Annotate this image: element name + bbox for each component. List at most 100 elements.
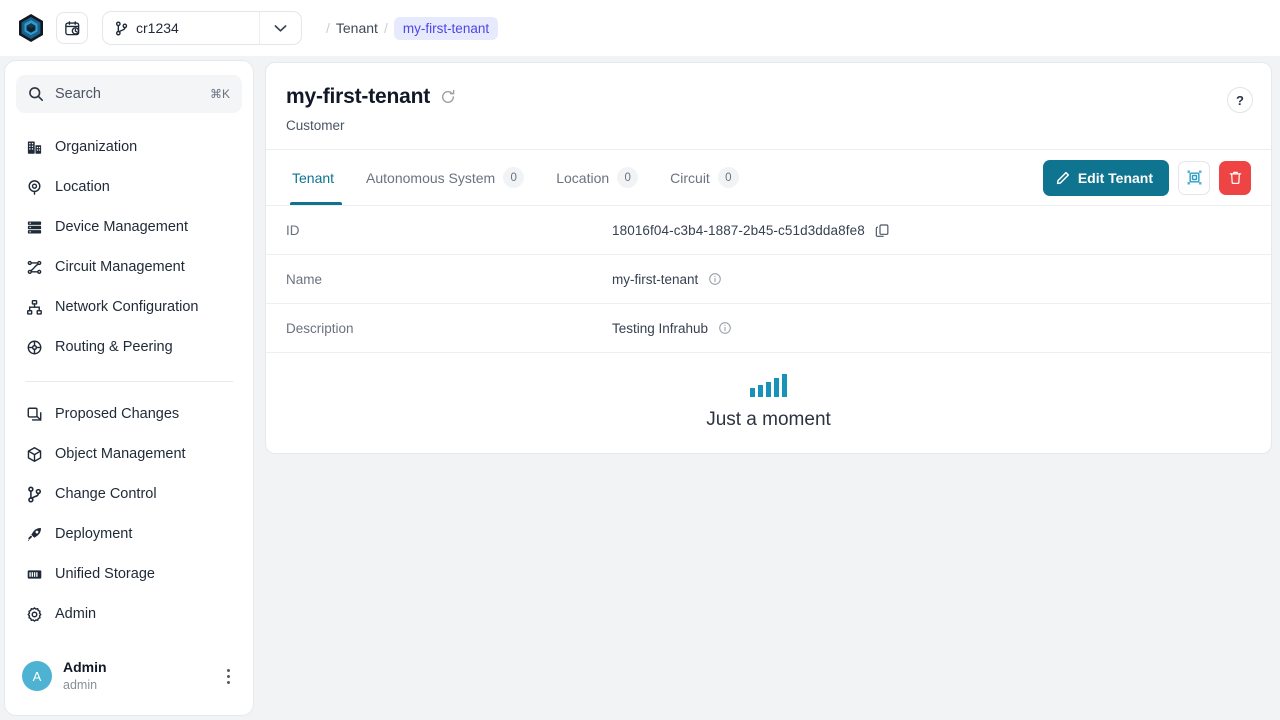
branch-icon (115, 21, 128, 36)
network-topology-icon (25, 298, 43, 316)
branch-selector[interactable]: cr1234 (102, 11, 302, 45)
user-profile[interactable]: A Admin admin (16, 643, 242, 701)
branch-selector-value[interactable]: cr1234 (103, 12, 259, 44)
sidebar-item-object-management[interactable]: Object Management (16, 434, 242, 474)
table-row: Description Testing Infrahub (266, 303, 1271, 352)
page-title: my-first-tenant (286, 85, 430, 109)
object-detail-panel: my-first-tenant Customer ? Tenant Autono… (265, 62, 1272, 454)
edit-tenant-button[interactable]: Edit Tenant (1043, 160, 1169, 196)
cube-icon (25, 445, 43, 463)
copy-pages-icon (25, 405, 43, 423)
action-buttons: Edit Tenant (1043, 160, 1251, 196)
branch-icon (25, 485, 43, 503)
search-placeholder: Search (55, 86, 199, 102)
sidebar-item-network-configuration[interactable]: Network Configuration (16, 287, 242, 327)
sidebar-item-location[interactable]: Location (16, 167, 242, 207)
sidebar-item-routing-and-peering[interactable]: Routing & Peering (16, 327, 242, 367)
location-pin-icon (25, 178, 43, 196)
info-icon[interactable] (718, 321, 732, 335)
loading-text: Just a moment (706, 409, 831, 431)
sidebar-item-label: Routing & Peering (55, 339, 173, 355)
title-row: my-first-tenant (286, 85, 1251, 109)
attribute-label: ID (286, 223, 612, 238)
help-button[interactable]: ? (1227, 87, 1253, 113)
tab-label: Autonomous System (366, 170, 495, 186)
circuit-icon (25, 258, 43, 276)
user-handle: admin (63, 677, 107, 694)
breadcrumb-separator: / (320, 20, 336, 36)
sidebar-item-circuit-management[interactable]: Circuit Management (16, 247, 242, 287)
tab-label: Circuit (670, 170, 710, 186)
sidebar-item-organization[interactable]: Organization (16, 127, 242, 167)
avatar: A (22, 661, 52, 691)
search-input[interactable]: Search ⌘K (16, 75, 242, 113)
refresh-icon[interactable] (440, 89, 456, 105)
search-icon (28, 86, 44, 102)
tab-count: 0 (718, 167, 739, 188)
storage-icon (25, 565, 43, 583)
sidebar-item-label: Unified Storage (55, 566, 155, 582)
loading-indicator: Just a moment (266, 352, 1271, 453)
organization-icon (25, 138, 43, 156)
attribute-value: Testing Infrahub (612, 321, 732, 336)
sidebar-item-device-management[interactable]: Device Management (16, 207, 242, 247)
breadcrumb: / Tenant / my-first-tenant (320, 17, 498, 40)
sidebar-item-proposed-changes[interactable]: Proposed Changes (16, 394, 242, 434)
branch-name: cr1234 (136, 20, 179, 36)
breadcrumb-item-tenant[interactable]: Tenant (336, 20, 378, 36)
loading-bars-icon (750, 375, 787, 397)
kebab-menu-icon[interactable] (227, 669, 236, 684)
tab-bar: Tenant Autonomous System 0 Location 0 Ci… (266, 149, 1271, 205)
info-icon[interactable] (708, 272, 722, 286)
infrahub-hex-logo[interactable] (16, 13, 46, 43)
manage-groups-button[interactable] (1178, 161, 1210, 195)
sidebar-item-label: Proposed Changes (55, 406, 179, 422)
panel-header: my-first-tenant Customer ? (266, 63, 1271, 149)
sidebar-item-label: Organization (55, 139, 137, 155)
sidebar-item-label: Location (55, 179, 110, 195)
trash-icon (1228, 170, 1243, 185)
gear-icon (25, 605, 43, 623)
tab-count: 0 (617, 167, 638, 188)
chevron-down-icon[interactable] (259, 12, 301, 44)
sidebar-item-label: Network Configuration (55, 299, 198, 315)
attribute-value-text: my-first-tenant (612, 272, 698, 287)
pencil-icon (1056, 171, 1070, 185)
sidebar-item-label: Circuit Management (55, 259, 185, 275)
sidebar-item-unified-storage[interactable]: Unified Storage (16, 554, 242, 594)
avatar-letter: A (33, 669, 42, 684)
sidebar: Search ⌘K Organization Location (4, 60, 254, 716)
tab-label: Location (556, 170, 609, 186)
search-shortcut: ⌘K (210, 87, 230, 101)
table-row: Name my-first-tenant (266, 254, 1271, 303)
attribute-value-text: Testing Infrahub (612, 321, 708, 336)
tab-count: 0 (503, 167, 524, 188)
object-kind: Customer (286, 118, 1251, 133)
tab-circuit[interactable]: Circuit 0 (654, 150, 755, 205)
user-name: Admin (63, 658, 107, 677)
attribute-value: my-first-tenant (612, 272, 722, 287)
rocket-icon (25, 525, 43, 543)
routing-globe-icon (25, 338, 43, 356)
breadcrumb-separator: / (378, 20, 394, 36)
sidebar-item-label: Device Management (55, 219, 188, 235)
sidebar-item-deployment[interactable]: Deployment (16, 514, 242, 554)
tab-location[interactable]: Location 0 (540, 150, 654, 205)
delete-button[interactable] (1219, 161, 1251, 195)
tab-label: Tenant (292, 170, 334, 186)
sidebar-divider (25, 381, 233, 382)
tab-autonomous-system[interactable]: Autonomous System 0 (350, 150, 540, 205)
attribute-label: Description (286, 321, 612, 336)
tab-tenant[interactable]: Tenant (286, 150, 350, 205)
copy-icon[interactable] (875, 223, 890, 238)
table-row: ID 18016f04-c3b4-1887-2b45-c51d3dda8fe8 (266, 205, 1271, 254)
breadcrumb-item-current[interactable]: my-first-tenant (394, 17, 498, 40)
sidebar-item-change-control[interactable]: Change Control (16, 474, 242, 514)
edit-tenant-label: Edit Tenant (1078, 170, 1153, 186)
sidebar-item-label: Change Control (55, 486, 157, 502)
sidebar-item-label: Admin (55, 606, 96, 622)
sidebar-item-admin[interactable]: Admin (16, 594, 242, 634)
attribute-value: 18016f04-c3b4-1887-2b45-c51d3dda8fe8 (612, 223, 890, 238)
sidebar-item-label: Object Management (55, 446, 186, 462)
calendar-clock-icon[interactable] (56, 12, 88, 44)
